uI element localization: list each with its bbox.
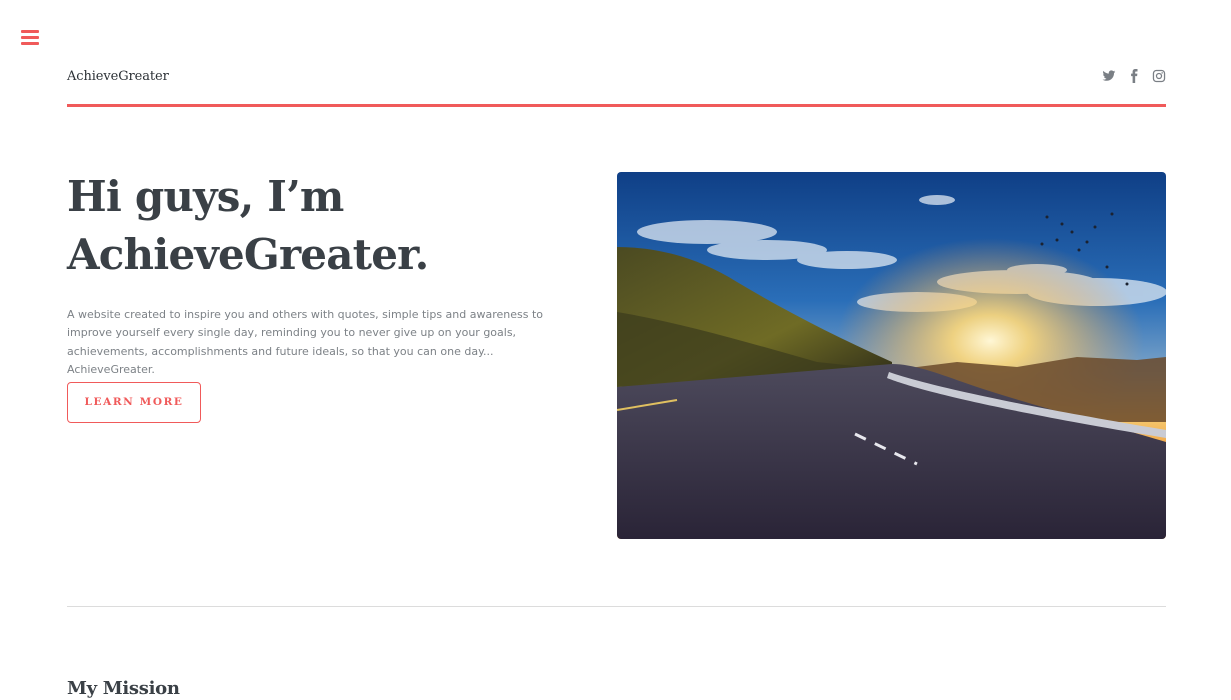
mission-title: My Mission — [67, 678, 180, 699]
menu-bar — [21, 30, 39, 33]
hamburger-menu-icon[interactable] — [21, 30, 39, 46]
site-header: AchieveGreater — [67, 66, 1166, 107]
facebook-icon — [1131, 69, 1138, 83]
twitter-icon — [1102, 70, 1116, 81]
learn-more-button[interactable]: LEARN MORE — [67, 382, 201, 423]
twitter-link[interactable] — [1102, 69, 1116, 83]
facebook-link[interactable] — [1127, 69, 1141, 83]
hero-image — [617, 172, 1166, 539]
menu-bar — [21, 36, 39, 39]
instagram-icon — [1152, 69, 1166, 83]
road-sunset-image — [617, 172, 1166, 539]
hero-title-line-2: AchieveGreater. — [67, 230, 429, 279]
menu-bar — [21, 42, 39, 45]
brand-logo-link[interactable]: AchieveGreater — [67, 69, 169, 84]
hero-description: A website created to inspire you and oth… — [67, 308, 544, 376]
instagram-link[interactable] — [1152, 69, 1166, 83]
hero-title: Hi guys, I’m AchieveGreater. — [67, 168, 587, 284]
hero-title-line-1: Hi guys, I’m — [67, 172, 344, 221]
section-divider — [67, 606, 1166, 607]
social-links — [1102, 69, 1166, 83]
